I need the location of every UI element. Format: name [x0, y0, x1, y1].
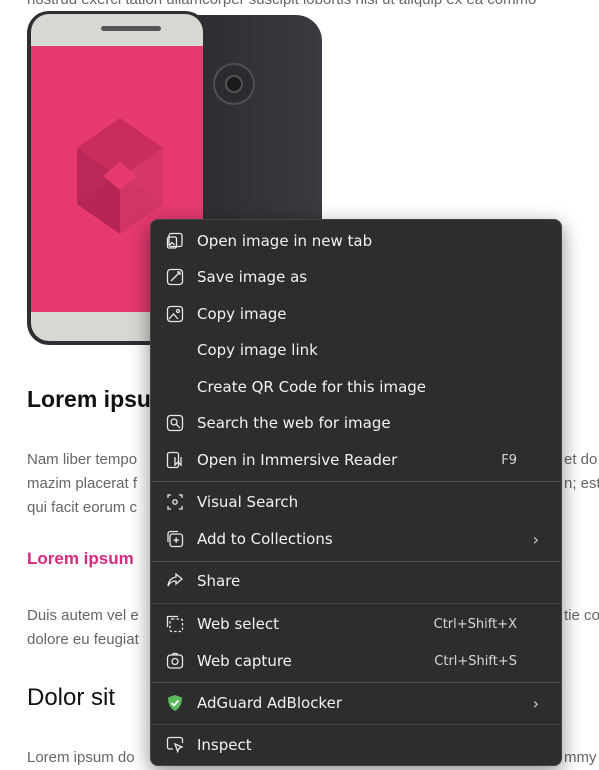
menu-item-label: Save image as	[197, 268, 308, 286]
section-heading: Lorem ipsu	[27, 386, 151, 412]
web-capture-icon	[165, 651, 185, 671]
menu-separator	[151, 724, 561, 725]
menu-item-inspect[interactable]: Inspect	[155, 728, 557, 762]
lorem-ipsum-link[interactable]: Lorem ipsum	[27, 549, 134, 569]
save-image-icon	[165, 267, 185, 287]
menu-item-immersive-reader[interactable]: Open in Immersive Reader F9	[155, 443, 557, 477]
diamond-logo-icon	[77, 118, 163, 234]
paragraph-line-right: mmy	[564, 749, 597, 766]
menu-item-label: Add to Collections	[197, 530, 333, 548]
phone-camera-icon	[213, 63, 255, 105]
menu-item-label: Web select	[197, 615, 280, 633]
menu-item-adguard-adblocker[interactable]: AdGuard AdBlocker ›	[155, 686, 557, 720]
phone-speaker-icon	[101, 26, 161, 31]
paragraph-line-right: et do	[564, 451, 598, 468]
menu-item-label: Open image in new tab	[197, 232, 373, 250]
paragraph-line-right: tie co	[564, 607, 599, 624]
paragraph-line: dolore eu feugiat	[27, 631, 139, 648]
menu-item-add-to-collections[interactable]: Add to Collections ›	[155, 522, 557, 556]
menu-item-web-select[interactable]: Web select Ctrl+Shift+X	[155, 607, 557, 641]
section-heading: Dolor sit	[27, 684, 116, 711]
chevron-right-icon: ›	[532, 529, 539, 549]
menu-item-label: AdGuard AdBlocker	[197, 694, 342, 712]
paragraph-line: Lorem ipsum do	[27, 749, 135, 766]
paragraph-line: Duis autem vel e	[27, 607, 139, 624]
menu-item-open-image-new-tab[interactable]: Open image in new tab	[155, 224, 557, 258]
shortcut-label: Ctrl+Shift+S	[434, 653, 517, 669]
menu-item-label: Web capture	[197, 652, 292, 670]
visual-search-icon	[165, 492, 185, 512]
menu-item-save-image-as[interactable]: Save image as	[155, 260, 557, 294]
immersive-reader-icon	[165, 450, 185, 470]
menu-separator	[151, 603, 561, 604]
menu-item-share[interactable]: Share	[155, 564, 557, 598]
menu-item-create-qr-code[interactable]: Create QR Code for this image	[155, 370, 557, 404]
shortcut-label: F9	[501, 452, 517, 468]
share-icon	[165, 571, 185, 591]
copy-image-icon	[165, 304, 185, 324]
inspect-icon	[165, 735, 185, 755]
paragraph-line: qui facit eorum c	[27, 499, 138, 516]
menu-item-copy-image-link[interactable]: Copy image link	[155, 333, 557, 367]
menu-item-label: Share	[197, 572, 241, 590]
context-menu: Open image in new tab Save image as Copy…	[150, 219, 562, 766]
menu-item-label: Search the web for image	[197, 414, 391, 432]
paragraph-line: mazim placerat f	[27, 475, 138, 492]
chevron-right-icon: ›	[532, 693, 539, 713]
menu-item-label: Copy image link	[197, 341, 318, 359]
menu-item-label: Open in Immersive Reader	[197, 451, 398, 469]
open-image-new-tab-icon	[165, 231, 185, 251]
paragraph-line-right: n; est	[564, 475, 599, 492]
web-select-icon	[165, 614, 185, 634]
page-text-top-line: nostrud exerci tation ullamcorper suscip…	[27, 0, 536, 8]
menu-item-label: Copy image	[197, 305, 287, 323]
collections-icon	[165, 529, 185, 549]
menu-separator	[151, 682, 561, 683]
menu-separator	[151, 561, 561, 562]
menu-separator	[151, 481, 561, 482]
paragraph-line: Nam liber tempo	[27, 451, 138, 468]
shortcut-label: Ctrl+Shift+X	[433, 616, 517, 632]
search-image-icon	[165, 413, 185, 433]
menu-item-label: Create QR Code for this image	[197, 378, 427, 396]
menu-item-web-capture[interactable]: Web capture Ctrl+Shift+S	[155, 644, 557, 678]
adguard-shield-icon	[165, 693, 185, 713]
menu-item-visual-search[interactable]: Visual Search	[155, 485, 557, 519]
menu-item-search-web-for-image[interactable]: Search the web for image	[155, 406, 557, 440]
menu-item-label: Inspect	[197, 736, 252, 754]
menu-item-copy-image[interactable]: Copy image	[155, 297, 557, 331]
menu-item-label: Visual Search	[197, 493, 299, 511]
